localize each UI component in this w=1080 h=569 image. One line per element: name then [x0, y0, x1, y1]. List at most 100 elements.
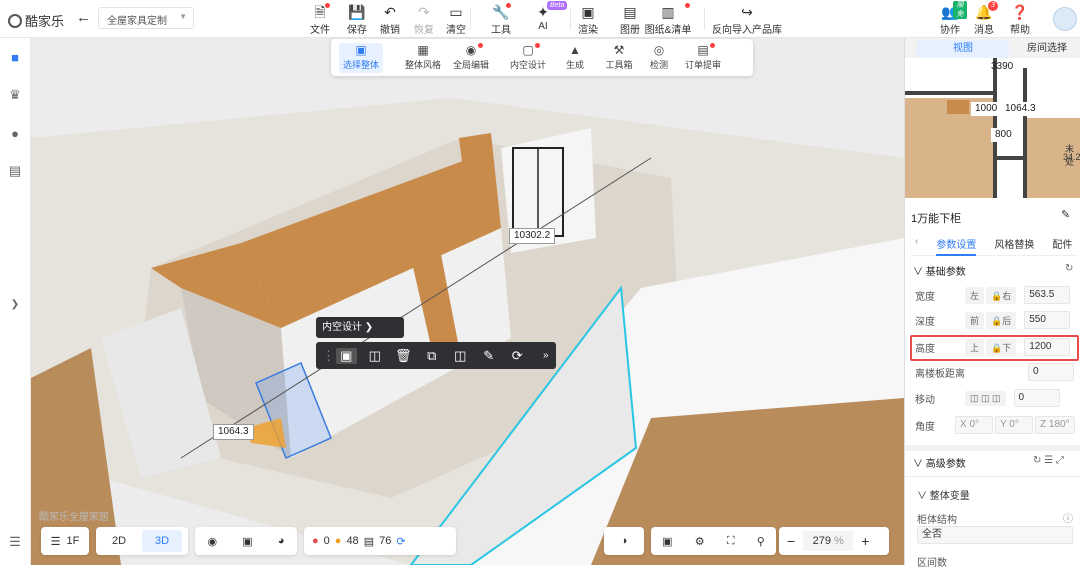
zoom-control: − 279 % +: [779, 527, 889, 555]
subtool-label: 工具箱: [605, 60, 633, 70]
subtool-7[interactable]: ▤ 订单提审: [681, 43, 725, 71]
drag-handle[interactable]: ⋮: [322, 348, 335, 364]
toolbar-render-button[interactable]: ▣ 渲染: [570, 3, 606, 36]
select-icon[interactable]: ▣: [336, 347, 357, 364]
toolbar-label: 图纸&清单: [644, 25, 692, 36]
subtool-0[interactable]: ▣ 选择整体: [339, 43, 383, 73]
eye-icon[interactable]: ◉: [208, 535, 218, 548]
project-select[interactable]: 全屋家具定制 ▼: [98, 7, 194, 29]
minimap[interactable]: 视图 房间选择 3390 1000 1064.3 800 末处 34.2: [904, 38, 1080, 198]
dimension-label[interactable]: 10302.2: [509, 228, 556, 244]
tab-view[interactable]: 视图: [917, 40, 1009, 58]
rotate-3d-icon[interactable]: ⟳: [507, 348, 528, 364]
divider: [905, 445, 1080, 451]
tab-room-select[interactable]: 房间选择: [1015, 40, 1079, 58]
tab-parts[interactable]: 配件: [1052, 236, 1072, 255]
help-icon[interactable]: ⓘ: [1063, 510, 1073, 525]
gauge-icon[interactable]: ◕: [278, 535, 285, 547]
anchor-back[interactable]: 🔒后: [986, 311, 1017, 329]
angle-y-input[interactable]: Y 0°: [995, 416, 1033, 434]
anchor-front[interactable]: 前: [965, 311, 985, 329]
toolbar-save-button[interactable]: 💾 保存: [339, 3, 375, 36]
toolbar-file-button[interactable]: 🗎 文件: [302, 3, 338, 36]
back-icon[interactable]: ←: [76, 9, 91, 26]
section-basic[interactable]: ∨ 基础参数: [913, 263, 966, 278]
toolbar-undo-button[interactable]: ↶ 撤销: [372, 3, 408, 36]
subtool-3[interactable]: ▢ 内空设计: [506, 43, 550, 71]
toolbar-import-button[interactable]: ↪ 反向导入产品库: [708, 3, 786, 36]
toolbar-help-button[interactable]: ❓ 帮助: [1003, 3, 1037, 36]
reset-icon[interactable]: ↻: [1065, 263, 1073, 274]
toolbar-redo-button[interactable]: ↷ 恢复: [406, 3, 442, 36]
angle-z-input[interactable]: Z 180°: [1035, 416, 1075, 434]
user-icon[interactable]: ●: [4, 122, 26, 144]
trash-icon[interactable]: 🗑: [393, 348, 414, 364]
angle-row: 角度 X 0° Y 0° Z 180°: [915, 416, 1075, 434]
subtool-5[interactable]: ⚒ 工具箱: [597, 43, 641, 71]
tab-params[interactable]: 参数设置: [936, 236, 977, 256]
move-input[interactable]: 0: [1013, 389, 1060, 407]
toolbar-ai-button[interactable]: ✦ Beta AI: [525, 1, 568, 32]
width-input[interactable]: 563.5: [1024, 286, 1071, 304]
subtool-2[interactable]: ◉ 全局编辑: [449, 43, 493, 71]
panel-tabs: ‹ 参数设置 风格替换 配件: [911, 236, 1077, 256]
zoom-out-button[interactable]: −: [787, 533, 795, 549]
toolbar-wrench-button[interactable]: 🔧 工具: [483, 3, 519, 36]
warning-icon: ●: [334, 535, 342, 547]
toolbar-label: 撤销: [380, 25, 400, 36]
copy-icon[interactable]: ⧉: [422, 348, 443, 364]
floor-distance-input[interactable]: 0: [1028, 363, 1074, 381]
zoom-fit-icon[interactable]: ⚲: [757, 535, 765, 548]
section-advanced[interactable]: ∨ 高级参数: [913, 455, 966, 470]
anchor-left[interactable]: 左: [965, 286, 985, 304]
camera-tools: ▣ ⚙ ⛶ ⚲: [651, 527, 776, 555]
more-icon[interactable]: »: [536, 350, 557, 361]
advanced-tools-icons[interactable]: ↻ ☰ ⤢: [1033, 455, 1064, 466]
ai-icon: ✦ Beta: [525, 1, 568, 21]
angle-x-input[interactable]: X 0°: [955, 416, 993, 434]
subtool-1[interactable]: ▦ 整体风格: [401, 43, 445, 71]
move-icons[interactable]: ◫ ◫ ◫: [965, 390, 1006, 406]
tab-style[interactable]: 风格替换: [994, 236, 1034, 255]
tab-prev-icon[interactable]: ‹: [915, 236, 918, 255]
zoom-in-button[interactable]: +: [861, 533, 869, 549]
mode-3d[interactable]: 3D: [142, 530, 182, 552]
toggle-icon[interactable]: ◑: [604, 527, 644, 555]
settings-icon[interactable]: ⚙: [695, 535, 705, 548]
focus-icon[interactable]: ⛶: [727, 535, 735, 548]
cube-icon[interactable]: ▣: [242, 535, 252, 548]
struct-select[interactable]: 全否: [917, 526, 1073, 544]
chevron-down-icon: ▼: [179, 12, 187, 21]
section-variables[interactable]: ∨ 整体变量: [917, 487, 970, 502]
zoom-value[interactable]: 279 %: [803, 531, 854, 551]
subtool-4[interactable]: ▲ 生成: [553, 43, 597, 71]
group-icon[interactable]: ◫: [365, 348, 386, 364]
avatar[interactable]: [1053, 7, 1077, 31]
dimension-label[interactable]: 1064.3: [213, 424, 254, 440]
brush-icon[interactable]: ✎: [479, 348, 500, 364]
toolbar-separator: [704, 8, 705, 30]
toolbar-eraser-button[interactable]: ▭ 清空: [438, 3, 474, 36]
toolbar-drawing-button[interactable]: ▥ 图纸&清单: [638, 3, 698, 36]
edit-icon[interactable]: ✎: [1061, 208, 1070, 221]
depth-select[interactable]: 550: [1024, 311, 1071, 329]
split-icon[interactable]: ◫: [450, 348, 471, 364]
crown-icon[interactable]: ♛: [4, 84, 26, 106]
catalog-icon[interactable]: ■: [4, 46, 26, 68]
inner-design-button[interactable]: 内空设计 ❯: [316, 317, 404, 338]
floor-select[interactable]: ☰ 1F: [41, 527, 89, 555]
subtool-label: 整体风格: [404, 60, 441, 70]
3d-viewport[interactable]: 10302.2 1064.3 酷家乐全屋家居: [31, 38, 904, 565]
anchor-right[interactable]: 🔒右: [986, 286, 1017, 304]
expand-icon[interactable]: ❯: [4, 293, 26, 315]
camera-icon[interactable]: ▣: [662, 535, 672, 548]
subtool-icon: ◉: [449, 43, 493, 58]
toolbar-messages-button[interactable]: 🔔 3 消息: [967, 1, 1001, 36]
mode-2d[interactable]: 2D: [96, 535, 142, 547]
subtool-6[interactable]: ◎ 检测: [637, 43, 681, 71]
layers-panel-icon[interactable]: ☰: [4, 531, 26, 553]
status-bar[interactable]: ● 0 ● 48 ▤ 76 ⟳: [304, 527, 456, 555]
dimension-label: 800: [991, 128, 1016, 142]
cabinet-icon[interactable]: ▤: [4, 160, 26, 182]
toolbar-collab-button[interactable]: 👥 限免 协作: [933, 1, 967, 36]
